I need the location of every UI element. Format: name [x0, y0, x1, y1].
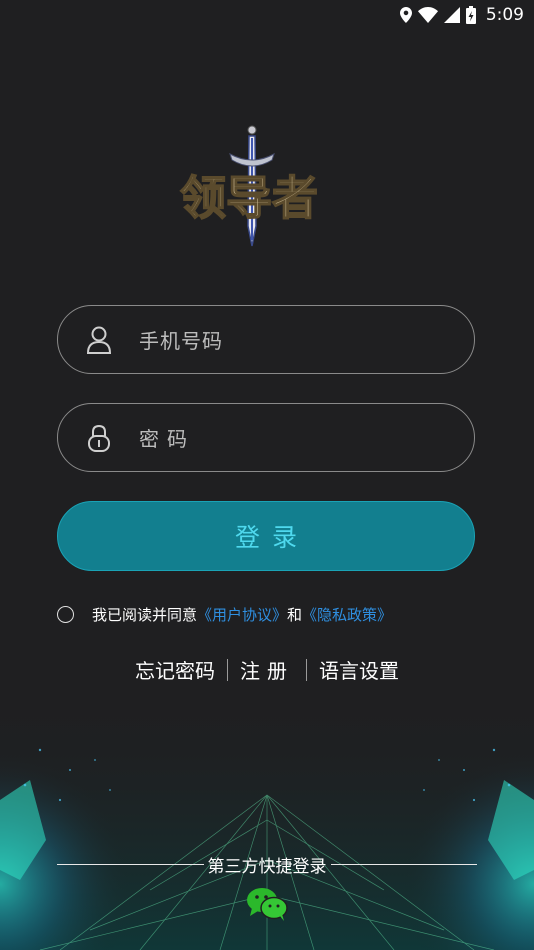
divider-line [330, 864, 477, 865]
user-agreement-link[interactable]: 《用户协议》 [197, 604, 287, 625]
language-settings-link[interactable]: 语言设置 [319, 655, 399, 684]
login-button[interactable]: 登录 [57, 501, 475, 571]
password-placeholder: 密码 [139, 427, 195, 451]
link-divider [227, 658, 228, 681]
third-party-label: 第三方快捷登录 [207, 857, 327, 877]
lock-icon [86, 423, 112, 453]
location-icon [399, 7, 412, 23]
agreement-radio[interactable] [57, 606, 74, 623]
app-logo: 领导者 [176, 122, 358, 254]
agreement-conjunction: 和 [287, 606, 303, 624]
forgot-password-link[interactable]: 忘记密码 [135, 655, 215, 684]
wechat-icon [247, 888, 288, 921]
login-screen: 5:09 领导者 手机号码 密码 登录 我已阅读并同意 《用户协议》 和 《隐私… [0, 0, 534, 950]
divider-line [57, 864, 204, 865]
phone-placeholder: 手机号码 [139, 329, 223, 353]
status-time: 5:09 [485, 5, 524, 25]
register-link[interactable]: 注册 [240, 655, 294, 684]
password-input[interactable]: 密码 [57, 403, 475, 472]
agreement-prefix: 我已阅读并同意 [92, 606, 198, 624]
link-divider [306, 658, 307, 681]
wechat-login-button[interactable] [246, 886, 288, 922]
auxiliary-links: 忘记密码 注册 语言设置 [0, 655, 534, 684]
logo-text: 领导者 [180, 171, 318, 225]
user-icon [86, 325, 112, 355]
battery-charging-icon [465, 6, 476, 24]
phone-input[interactable]: 手机号码 [57, 305, 475, 374]
status-bar: 5:09 [0, 0, 534, 30]
signal-icon [443, 7, 460, 23]
wifi-icon [417, 7, 438, 23]
privacy-policy-link[interactable]: 《隐私政策》 [302, 604, 392, 625]
agreement-row: 我已阅读并同意 《用户协议》 和 《隐私政策》 [57, 604, 392, 625]
third-party-divider: 第三方快捷登录 [57, 852, 477, 877]
